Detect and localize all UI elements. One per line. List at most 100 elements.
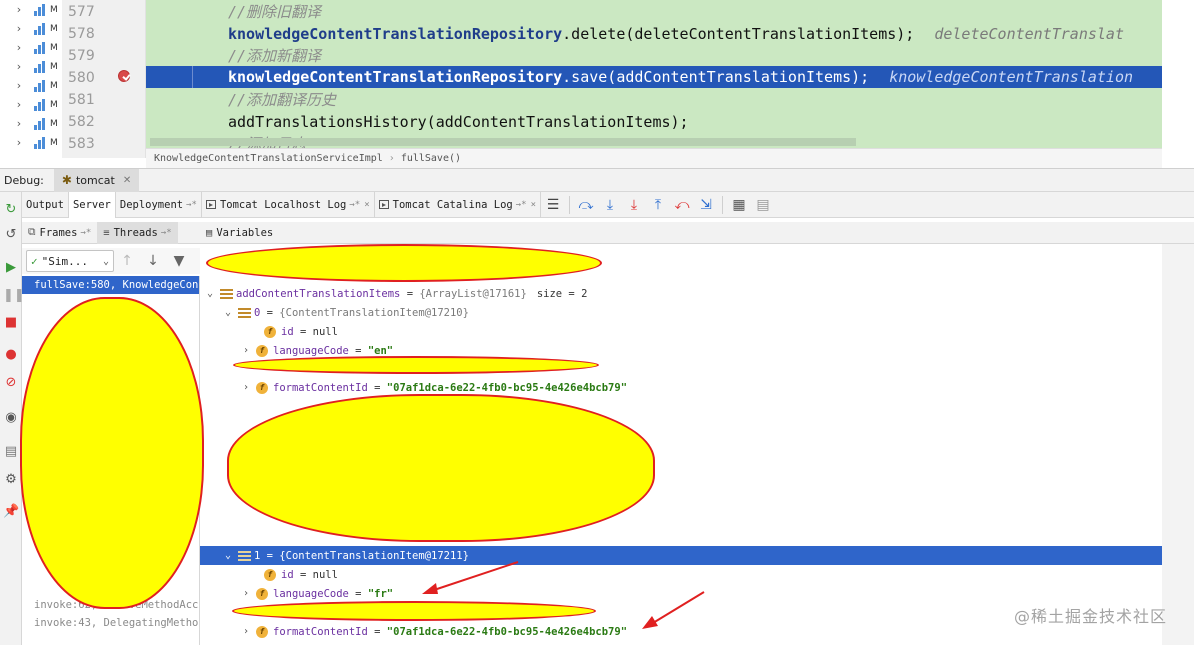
threads-icon: ≡: [103, 226, 110, 239]
line-number: 581: [68, 92, 95, 108]
chevron-right-icon[interactable]: ›: [240, 626, 252, 637]
breadcrumb: KnowledgeContentTranslationServiceImpl ›…: [146, 148, 1162, 168]
tree-item[interactable]: › M: [0, 0, 62, 19]
drop-frame-icon[interactable]: ⤺: [670, 193, 694, 217]
field-icon: f: [256, 625, 268, 638]
tree-item[interactable]: › M: [0, 114, 62, 133]
vertical-scrollbar[interactable]: [1162, 244, 1194, 645]
variable-row[interactable]: f id = null: [200, 565, 1162, 584]
mute-breakpoints-icon[interactable]: ⊘: [3, 375, 19, 391]
module-icon: [34, 98, 48, 111]
check-icon: ✓: [31, 254, 38, 268]
step-into-icon[interactable]: ⤓: [598, 193, 622, 217]
debug-session-tab[interactable]: ✱ tomcat ✕: [53, 168, 140, 192]
chevron-right-icon[interactable]: ›: [240, 588, 252, 599]
close-icon[interactable]: ×: [531, 200, 536, 210]
inline-value-hint: knowledgeContentTranslation: [889, 68, 1134, 86]
arrow-up-icon[interactable]: ↑: [114, 250, 140, 272]
variable-name: addContentTranslationItems: [236, 287, 401, 300]
chevron-down-icon[interactable]: ⌄: [222, 550, 234, 561]
chevron-right-icon[interactable]: ›: [12, 60, 26, 73]
pin-icon: →*: [80, 227, 92, 238]
tree-item[interactable]: › M: [0, 133, 62, 152]
tab-deployment[interactable]: Deployment →*: [116, 191, 202, 218]
tree-item[interactable]: › M: [0, 76, 62, 95]
view-breakpoints-icon[interactable]: ●: [3, 347, 19, 363]
code-line: //删除旧翻译: [146, 1, 1162, 23]
chevron-right-icon[interactable]: ›: [12, 98, 26, 111]
camera-icon[interactable]: ◉: [3, 410, 19, 426]
evaluate-expression-icon[interactable]: ▦: [727, 193, 751, 217]
step-over-icon[interactable]: ⤼: [574, 193, 598, 217]
variable-row[interactable]: f id = null: [200, 322, 1162, 341]
tab-threads[interactable]: ≡ Threads →*: [97, 221, 178, 244]
module-icon: [34, 22, 48, 35]
chevron-right-icon[interactable]: ›: [12, 136, 26, 149]
field-icon: f: [264, 568, 276, 581]
chevron-down-icon[interactable]: ⌄: [204, 288, 216, 299]
tree-item-label: M: [50, 80, 58, 91]
breadcrumb-method[interactable]: fullSave(): [401, 153, 461, 164]
run-to-cursor-icon[interactable]: ⇲: [694, 193, 718, 217]
chevron-right-icon[interactable]: ›: [12, 117, 26, 130]
tab-label: Deployment: [119, 198, 184, 211]
close-icon[interactable]: ✕: [123, 175, 131, 186]
code-line: //添加翻译历史: [146, 89, 1162, 111]
resume-icon[interactable]: ▶: [3, 260, 19, 276]
gear-icon[interactable]: ⚙: [3, 472, 19, 488]
layout-icon[interactable]: ▤: [3, 444, 19, 460]
tree-item[interactable]: › M: [0, 19, 62, 38]
tree-item[interactable]: › M: [0, 38, 62, 57]
rerun-icon[interactable]: ↻: [3, 202, 19, 218]
field-icon: f: [256, 587, 268, 600]
tab-label: Tomcat Localhost Log: [219, 198, 347, 211]
tab-label: Threads: [113, 226, 158, 239]
frame-item[interactable]: invoke:43, DelegatingMethodAcce: [22, 614, 199, 632]
menu-icon[interactable]: ☰: [541, 193, 565, 217]
chevron-right-icon[interactable]: ›: [12, 3, 26, 16]
chevron-right-icon[interactable]: ›: [12, 22, 26, 35]
frame-item[interactable]: fullSave:580, KnowledgeContentTr: [22, 276, 199, 294]
variable-row[interactable]: ⌄ addContentTranslationItems = {ArrayLis…: [200, 284, 1162, 303]
module-icon: [34, 60, 48, 73]
chevron-right-icon[interactable]: ›: [12, 41, 26, 54]
variable-name: languageCode: [273, 344, 349, 357]
step-out-icon[interactable]: ⤒: [646, 193, 670, 217]
variable-row-selected[interactable]: ⌄ 1 = {ContentTranslationItem@17211}: [200, 546, 1162, 565]
close-icon[interactable]: ×: [364, 200, 369, 210]
pin-icon[interactable]: 📌: [3, 504, 19, 520]
variable-value: "en": [367, 344, 394, 357]
pause-icon[interactable]: ❚❚: [3, 288, 25, 304]
editor-gutter[interactable]: 577 578 579 580 581 582 583: [62, 0, 146, 158]
line-number: 579: [68, 48, 95, 64]
variable-row[interactable]: ⌄ 0 = {ContentTranslationItem@17210}: [200, 303, 1162, 322]
force-step-into-icon[interactable]: ⤓: [622, 193, 646, 217]
breakpoint-icon[interactable]: [118, 70, 130, 82]
restart-icon[interactable]: ↺: [3, 227, 19, 243]
stop-icon[interactable]: ■: [3, 315, 19, 331]
chevron-right-icon[interactable]: ›: [240, 382, 252, 393]
variable-row[interactable]: › f formatContentId = "07af1dca-6e22-4fb…: [200, 378, 1162, 397]
variable-name: formatContentId: [273, 381, 368, 394]
horizontal-scrollbar[interactable]: [150, 138, 856, 146]
chevron-right-icon[interactable]: ›: [12, 79, 26, 92]
pin-icon: →*: [349, 199, 361, 210]
tab-tomcat-catalina-log[interactable]: Tomcat Catalina Log →* ×: [375, 191, 542, 218]
chevron-down-icon[interactable]: ⌄: [222, 307, 234, 318]
filter-icon[interactable]: ▼: [166, 250, 192, 272]
variable-value: "fr": [367, 587, 394, 600]
thread-dropdown[interactable]: ✓ "Sim... ⌄: [26, 250, 114, 272]
redaction-mark: [232, 601, 596, 621]
tree-item[interactable]: › M: [0, 95, 62, 114]
tab-server[interactable]: Server: [68, 191, 116, 218]
trace-icon[interactable]: ▤: [751, 193, 775, 217]
chevron-right-icon[interactable]: ›: [240, 345, 252, 356]
console-icon: [378, 200, 389, 209]
code-editor[interactable]: //删除旧翻译 knowledgeContentTranslationRepos…: [146, 0, 1162, 148]
tree-item[interactable]: › M: [0, 57, 62, 76]
tab-frames[interactable]: ⧉ Frames →*: [22, 222, 97, 244]
tab-tomcat-localhost-log[interactable]: Tomcat Localhost Log →* ×: [202, 191, 375, 218]
arrow-down-icon[interactable]: ↓: [140, 250, 166, 272]
breadcrumb-class[interactable]: KnowledgeContentTranslationServiceImpl: [154, 153, 383, 164]
tab-output[interactable]: Output: [22, 191, 69, 218]
